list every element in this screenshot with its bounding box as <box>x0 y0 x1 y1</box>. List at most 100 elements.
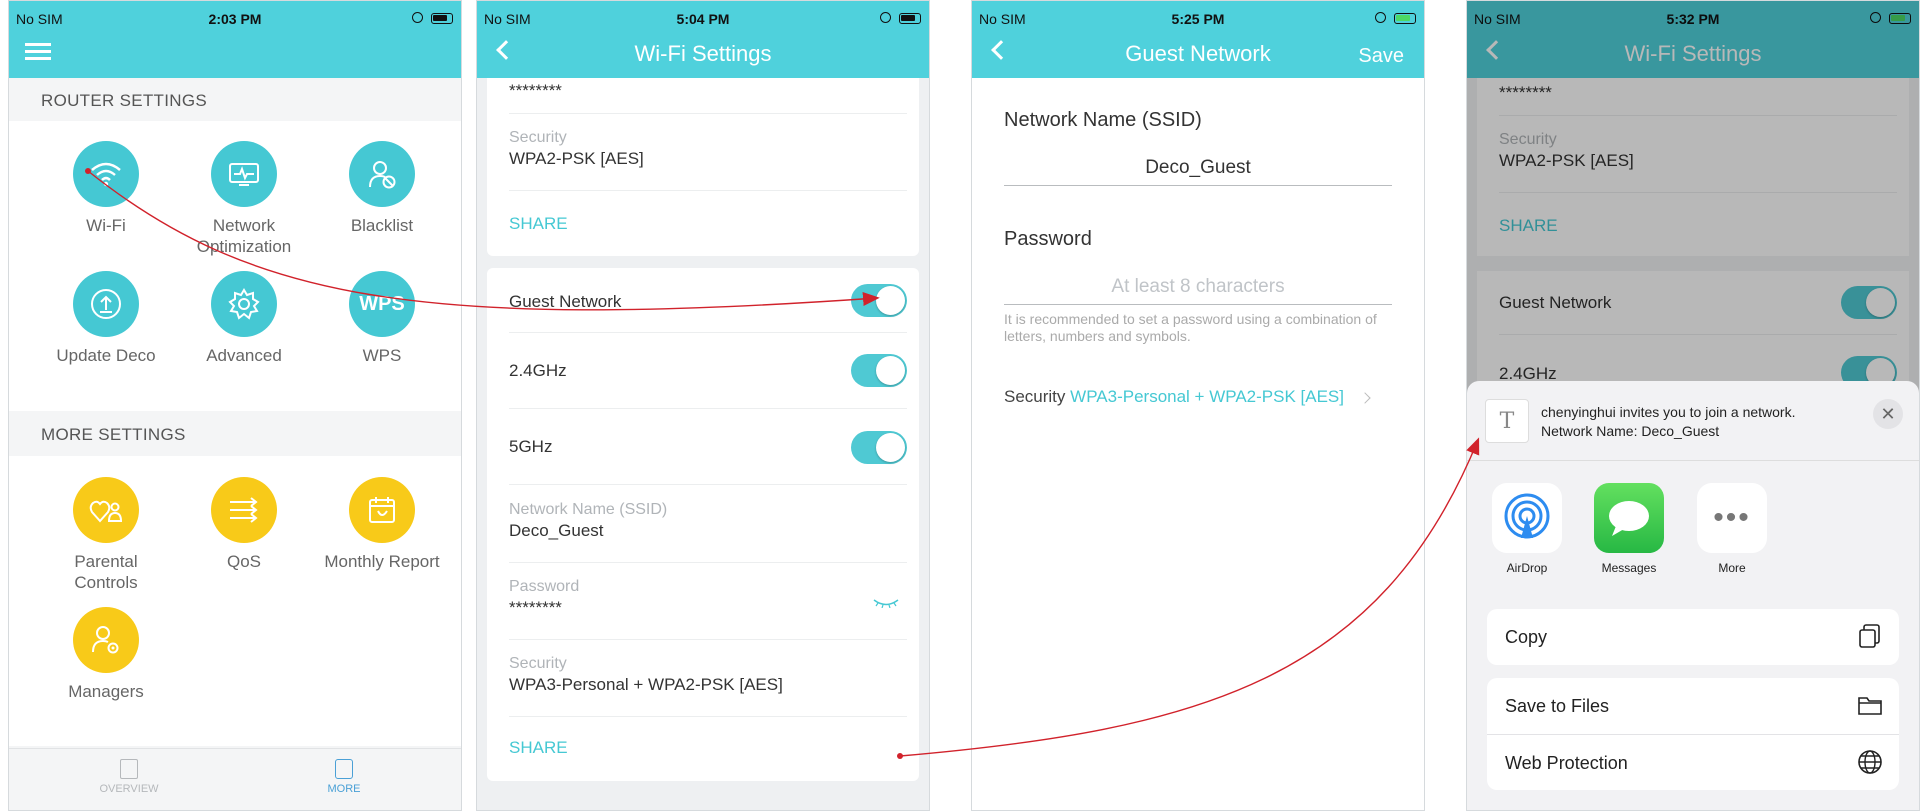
parental-controls-tile[interactable]: Parental Controls <box>41 477 171 593</box>
tile-label: Advanced <box>206 346 282 365</box>
clock: 2:03 PM <box>208 11 262 27</box>
web-protection-action[interactable]: Web Protection <box>1487 734 1899 790</box>
network-name-line: Network Name: Deco_Guest <box>1541 423 1720 439</box>
password-value: ******** <box>509 81 562 100</box>
text-document-icon: T <box>1485 399 1529 443</box>
action-label: Copy <box>1505 627 1548 647</box>
phone-share-sheet: No SIM 5:32 PM Wi-Fi Settings ******** S… <box>1466 0 1920 811</box>
status-bar: No SIM 5:25 PM <box>972 9 1424 29</box>
band-24-row: 2.4GHz <box>509 341 907 409</box>
tab-label: MORE <box>327 783 361 795</box>
security-row[interactable]: Security WPA3-Personal + WPA2-PSK [AES] <box>509 655 907 717</box>
phone-guest-network: No SIM 5:25 PM Guest Network Save Networ… <box>971 0 1425 811</box>
status-bar: No SIM 5:04 PM <box>477 9 929 29</box>
security-row[interactable]: Security WPA3-Personal + WPA2-PSK [AES] <box>1004 387 1371 407</box>
guest-network-toggle[interactable] <box>851 284 907 317</box>
gear-icon <box>211 271 277 337</box>
hamburger-icon[interactable] <box>25 43 51 61</box>
password-row[interactable]: Password ******** <box>509 578 907 640</box>
more-button[interactable]: ••• More <box>1690 483 1774 575</box>
save-button[interactable]: Save <box>1358 45 1404 68</box>
ssid-value: Deco_Guest <box>509 521 604 540</box>
network-optimization-tile[interactable]: Network Optimization <box>179 141 309 257</box>
grid-icon <box>335 759 353 779</box>
password-row: ******** <box>509 79 907 114</box>
action-label: Save to Files <box>1505 696 1610 716</box>
page-title: Wi-Fi Settings <box>634 41 772 66</box>
clock: 5:04 PM <box>676 11 730 27</box>
more-settings-heading: MORE SETTINGS <box>41 425 186 444</box>
password-value: ******** <box>509 598 562 617</box>
security-label: Security <box>1004 387 1066 406</box>
guest-network-label: Guest Network <box>509 292 622 311</box>
upload-icon <box>73 271 139 337</box>
qos-tile[interactable]: QoS <box>179 477 309 572</box>
airdrop-button[interactable]: AirDrop <box>1485 483 1569 575</box>
qos-icon <box>211 477 277 543</box>
ssid-row[interactable]: Network Name (SSID) Deco_Guest <box>509 501 907 563</box>
close-icon[interactable]: ✕ <box>1873 399 1903 429</box>
band-24-label: 2.4GHz <box>509 361 567 380</box>
tile-label: Network Optimization <box>196 216 292 256</box>
share-sheet: T chenyinghui invites you to join a netw… <box>1467 381 1919 810</box>
ssid-label: Network Name (SSID) <box>509 501 668 518</box>
tile-label: Blacklist <box>350 216 414 235</box>
messages-icon <box>1594 483 1664 553</box>
folder-icon <box>1858 697 1882 715</box>
share-button[interactable]: SHARE <box>509 738 568 758</box>
managers-tile[interactable]: Managers <box>41 607 171 702</box>
more-dots-icon: ••• <box>1697 483 1767 553</box>
blacklist-tile[interactable]: Blacklist <box>317 141 447 236</box>
tile-label: WPS <box>362 346 402 365</box>
security-value: WPA3-Personal + WPA2-PSK [AES] <box>509 675 783 694</box>
wifi-tile[interactable]: Wi-Fi <box>41 141 171 236</box>
security-value: WPA2-PSK [AES] <box>509 149 644 168</box>
save-to-files-action[interactable]: Save to Files <box>1487 678 1899 734</box>
security-value: WPA3-Personal + WPA2-PSK [AES] <box>1070 387 1344 406</box>
invite-text: chenyinghui invites you to join a networ… <box>1541 403 1795 441</box>
action-label: Web Protection <box>1505 753 1628 773</box>
tab-overview[interactable]: OVERVIEW <box>79 759 179 795</box>
blacklist-icon <box>349 141 415 207</box>
phone-more-screen: No SIM 2:03 PM ROUTER SETTINGS Wi-Fi Net… <box>8 0 462 811</box>
password-input[interactable]: At least 8 characters <box>1004 276 1392 305</box>
advanced-tile[interactable]: Advanced <box>179 271 309 366</box>
band-5-toggle[interactable] <box>851 431 907 464</box>
share-sheet-header: T chenyinghui invites you to join a netw… <box>1467 381 1919 461</box>
app-label: More <box>1718 561 1746 575</box>
security-label: Security <box>509 129 567 146</box>
password-hint: It is recommended to set a password usin… <box>1004 311 1377 344</box>
password-label: Password <box>509 578 580 595</box>
ssid-label: Network Name (SSID) <box>1004 109 1202 131</box>
wps-tile[interactable]: WPS WPS <box>317 271 447 366</box>
phone-wifi-settings: No SIM 5:04 PM Wi-Fi Settings ******** S… <box>476 0 930 811</box>
airdrop-icon <box>1492 483 1562 553</box>
ssid-input[interactable]: Deco_Guest <box>1004 157 1392 186</box>
monthly-report-tile[interactable]: Monthly Report <box>317 477 447 572</box>
security-row: Security WPA2-PSK [AES] <box>509 129 907 191</box>
share-button[interactable]: SHARE <box>509 214 568 234</box>
band-24-toggle[interactable] <box>851 354 907 387</box>
copy-icon <box>1859 624 1880 648</box>
eye-closed-icon[interactable] <box>873 598 899 608</box>
parental-controls-icon <box>73 477 139 543</box>
wps-icon: WPS <box>349 271 415 337</box>
app-header: No SIM 2:03 PM <box>9 1 461 78</box>
status-bar: No SIM 2:03 PM <box>9 9 461 29</box>
copy-action[interactable]: Copy <box>1487 609 1899 665</box>
page-title: Guest Network <box>1125 41 1271 66</box>
invite-line: chenyinghui invites you to join a networ… <box>1541 404 1796 420</box>
tab-more[interactable]: MORE <box>294 759 394 795</box>
messages-button[interactable]: Messages <box>1587 483 1671 575</box>
update-deco-tile[interactable]: Update Deco <box>41 271 171 366</box>
network-optimization-icon <box>211 141 277 207</box>
overview-icon <box>120 759 138 779</box>
tutorial-stage: No SIM 2:03 PM ROUTER SETTINGS Wi-Fi Net… <box>0 0 1921 811</box>
battery-icon <box>899 13 921 24</box>
battery-charging-icon <box>1394 13 1416 24</box>
app-label: AirDrop <box>1506 561 1548 575</box>
tile-label: Monthly Report <box>324 552 440 571</box>
tab-bar: OVERVIEW MORE <box>9 748 461 810</box>
guest-network-row: Guest Network <box>509 269 907 333</box>
managers-icon <box>73 607 139 673</box>
